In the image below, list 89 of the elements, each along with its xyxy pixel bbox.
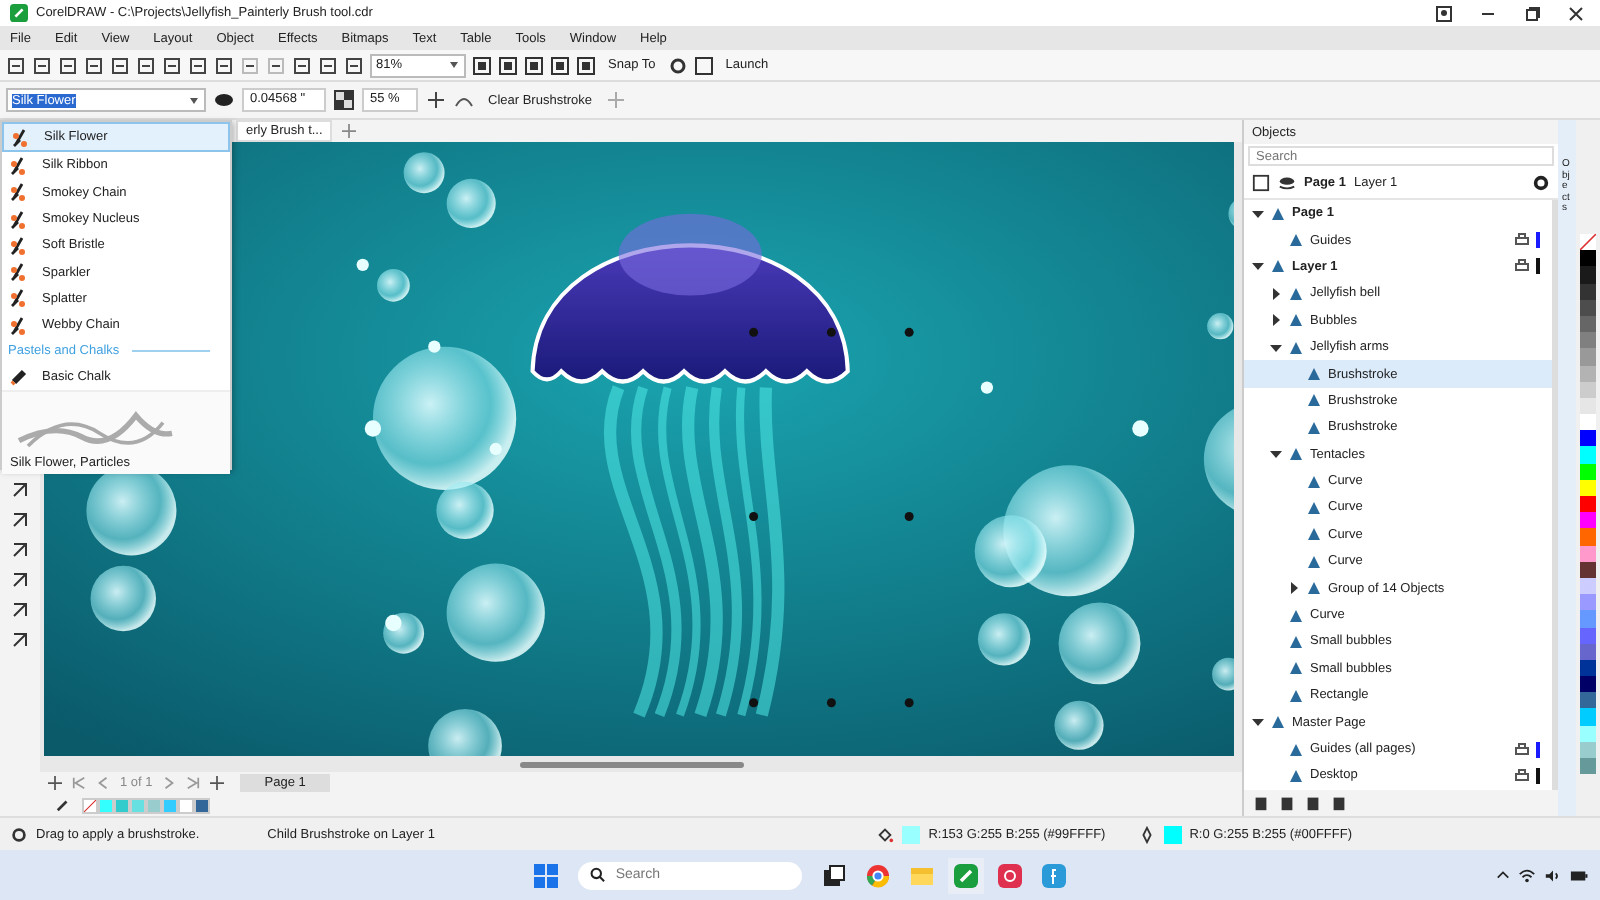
layers-icon[interactable] bbox=[1278, 174, 1296, 192]
color-swatch[interactable] bbox=[1580, 496, 1596, 513]
expand-arrow-icon[interactable] bbox=[1288, 582, 1300, 595]
bubble bbox=[403, 152, 445, 194]
color-swatch[interactable] bbox=[1580, 512, 1596, 529]
color-swatch[interactable] bbox=[1580, 430, 1596, 447]
expand-arrow-icon[interactable] bbox=[1270, 448, 1282, 461]
expand-arrow-icon[interactable] bbox=[1270, 287, 1282, 300]
fill-bucket-icon bbox=[876, 825, 895, 843]
brush-icon bbox=[12, 127, 32, 148]
profile-icon[interactable] bbox=[1436, 5, 1452, 21]
fill-color-swatch bbox=[902, 825, 921, 843]
color-swatch[interactable] bbox=[1580, 266, 1596, 284]
settings-icon[interactable] bbox=[1532, 174, 1550, 192]
color-swatch[interactable] bbox=[1580, 250, 1596, 267]
brush-icon bbox=[10, 262, 30, 283]
expand-arrow-icon[interactable] bbox=[1252, 716, 1264, 729]
bubble bbox=[1132, 420, 1149, 437]
bubble bbox=[446, 563, 545, 662]
bubble bbox=[377, 268, 410, 302]
pen-nib-icon bbox=[1137, 825, 1156, 843]
outline-color-swatch bbox=[1163, 825, 1182, 843]
color-swatch[interactable] bbox=[1580, 348, 1596, 365]
next-page-icon[interactable] bbox=[162, 776, 177, 790]
bubble bbox=[980, 381, 994, 394]
color-swatch[interactable] bbox=[1580, 676, 1596, 693]
launch-icon[interactable] bbox=[693, 55, 714, 75]
battery-icon[interactable] bbox=[1570, 867, 1588, 883]
bubble bbox=[1212, 657, 1234, 691]
bubble bbox=[977, 613, 1031, 666]
last-page-icon[interactable] bbox=[186, 776, 201, 790]
wifi-icon[interactable] bbox=[1518, 867, 1536, 883]
color-swatch[interactable] bbox=[98, 797, 114, 813]
color-swatch[interactable] bbox=[178, 797, 194, 813]
color-swatch[interactable] bbox=[1580, 594, 1596, 611]
plus-icon[interactable] bbox=[210, 776, 225, 790]
expand-arrow-icon[interactable] bbox=[1270, 341, 1282, 354]
brush-icon bbox=[10, 209, 30, 230]
restore-icon[interactable] bbox=[1524, 5, 1540, 21]
plus-icon[interactable] bbox=[426, 90, 446, 110]
color-swatch[interactable] bbox=[1580, 528, 1596, 546]
color-swatch[interactable] bbox=[162, 797, 178, 813]
bubble bbox=[356, 258, 369, 271]
color-swatch[interactable] bbox=[130, 797, 146, 813]
brush-icon bbox=[10, 155, 30, 176]
app-logo-icon[interactable] bbox=[954, 863, 978, 887]
bubble bbox=[1054, 700, 1104, 750]
new-page-icon[interactable] bbox=[1252, 174, 1270, 192]
camera-app-icon[interactable] bbox=[998, 863, 1022, 887]
brush-icon bbox=[10, 288, 30, 309]
first-page-icon[interactable] bbox=[72, 776, 86, 790]
color-swatch[interactable] bbox=[1580, 758, 1596, 775]
bubble bbox=[1207, 313, 1234, 340]
color-swatch[interactable] bbox=[146, 797, 162, 813]
horizontal-scrollbar[interactable] bbox=[520, 762, 744, 768]
browser-icon[interactable] bbox=[866, 863, 890, 887]
color-swatch[interactable] bbox=[114, 797, 130, 813]
bubble bbox=[428, 708, 502, 756]
search-icon bbox=[590, 866, 606, 884]
expand-arrow-icon[interactable] bbox=[1270, 314, 1282, 327]
color-swatch[interactable] bbox=[1580, 332, 1596, 349]
expand-arrow-icon[interactable] bbox=[1252, 207, 1264, 220]
windows-start-icon[interactable] bbox=[534, 863, 558, 887]
brush-size-icon bbox=[214, 90, 234, 110]
color-swatch[interactable] bbox=[1580, 692, 1596, 709]
no-color-swatch[interactable] bbox=[82, 797, 98, 813]
chevron-up-icon[interactable] bbox=[1496, 868, 1510, 882]
color-swatch[interactable] bbox=[1580, 610, 1596, 627]
letter-f-app-icon[interactable] bbox=[1042, 863, 1066, 887]
bubble bbox=[1058, 602, 1141, 685]
speaker-icon[interactable] bbox=[1544, 867, 1562, 883]
brush-icon bbox=[10, 182, 30, 203]
plus-icon[interactable] bbox=[48, 776, 62, 790]
close-icon[interactable] bbox=[1568, 5, 1584, 21]
brush-icon bbox=[10, 315, 30, 336]
bubble bbox=[446, 178, 496, 228]
color-swatch[interactable] bbox=[194, 797, 210, 813]
brush-icon bbox=[10, 235, 30, 256]
settings-icon[interactable] bbox=[667, 55, 688, 75]
color-swatch[interactable] bbox=[1580, 446, 1596, 464]
color-swatch[interactable] bbox=[1580, 414, 1596, 431]
bubble bbox=[90, 565, 156, 632]
expand-arrow-icon[interactable] bbox=[1252, 260, 1264, 273]
previous-page-icon[interactable] bbox=[96, 776, 110, 790]
chalk-icon bbox=[10, 366, 30, 387]
task-view-icon[interactable] bbox=[822, 863, 846, 887]
settings-icon[interactable] bbox=[10, 825, 28, 843]
color-swatch[interactable] bbox=[1580, 708, 1596, 726]
no-color-swatch[interactable] bbox=[1580, 234, 1596, 251]
